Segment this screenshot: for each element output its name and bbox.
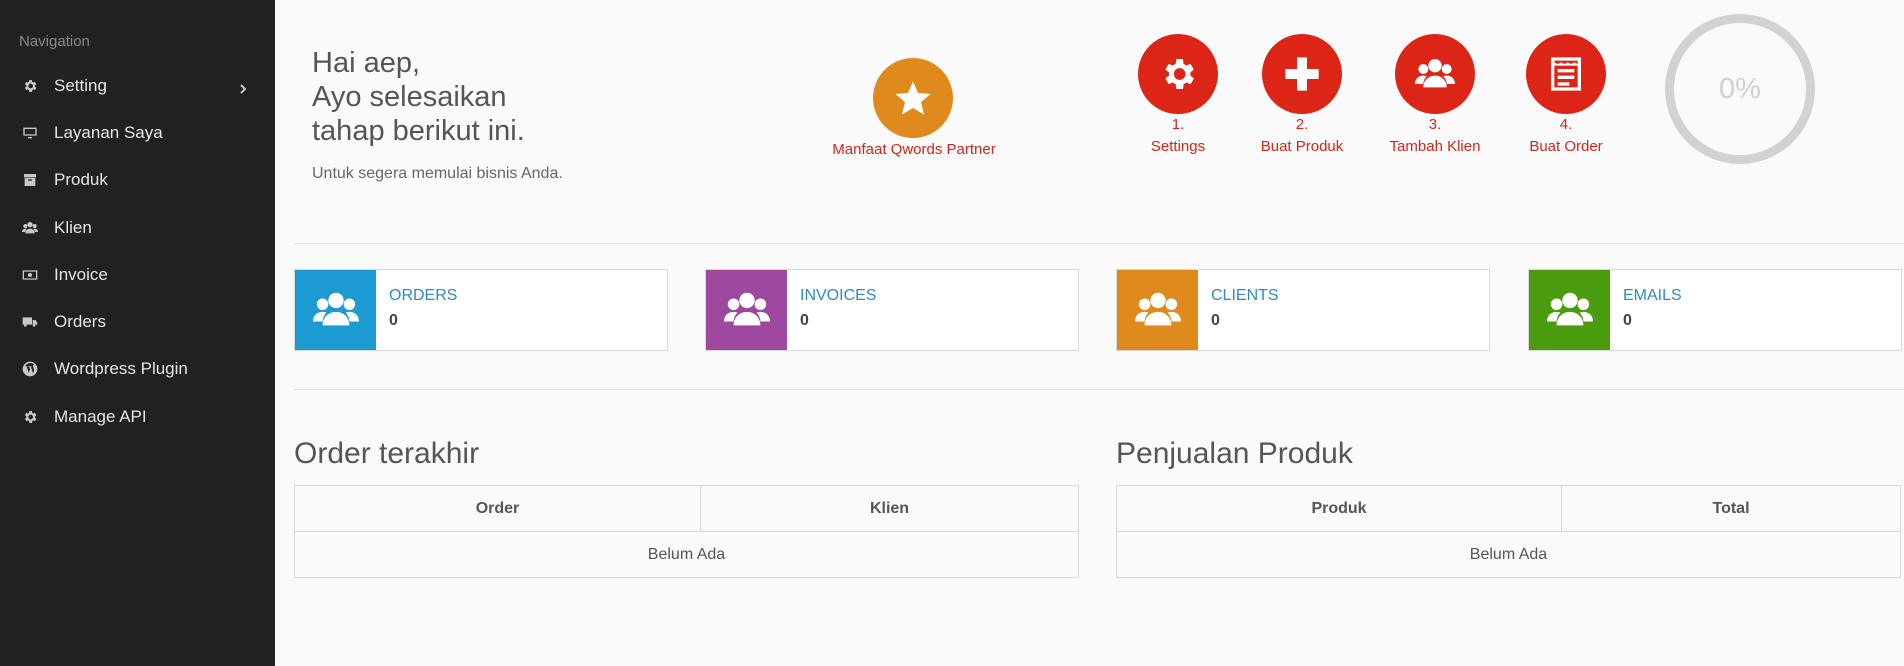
table-header-row: Produk Total — [1116, 485, 1901, 532]
partner-benefits-button[interactable] — [873, 58, 953, 138]
nav-header: Navigation — [19, 33, 90, 50]
sidebar-item-label: Setting — [54, 75, 107, 95]
sidebar-item-label: Invoice — [54, 264, 108, 284]
sidebar: Navigation Setting Layanan Saya Produk K… — [0, 0, 275, 666]
sidebar-item-layanan-saya[interactable]: Layanan Saya — [0, 109, 275, 156]
order-form-icon — [1546, 54, 1586, 94]
product-sales-title: Penjualan Produk — [1116, 437, 1353, 470]
sidebar-item-klien[interactable]: Klien — [0, 204, 275, 251]
product-sales-table: Produk Total Belum Ada — [1116, 485, 1901, 578]
partner-benefits-link[interactable]: Manfaat Qwords Partner — [824, 139, 1004, 161]
sidebar-item-invoice[interactable]: Invoice — [0, 251, 275, 298]
plus-icon — [1282, 54, 1322, 94]
progress-ring: 0% — [1665, 14, 1815, 164]
users-icon — [1546, 287, 1593, 333]
stat-icon-box — [1117, 270, 1198, 350]
stat-icon-box — [706, 270, 787, 350]
table-row: Belum Ada — [294, 531, 1079, 578]
greeting-heading: Hai aep, Ayo selesaikan tahap berikut in… — [312, 46, 525, 148]
step-label: Buat Order — [1529, 138, 1603, 155]
empty-state-text: Belum Ada — [1116, 531, 1901, 578]
users-icon — [312, 287, 359, 333]
wordpress-icon — [20, 359, 40, 379]
stat-label[interactable]: INVOICES — [800, 287, 876, 305]
monitor-icon — [20, 123, 40, 143]
sidebar-item-label: Manage API — [54, 406, 147, 426]
users-icon — [1415, 54, 1455, 94]
money-icon — [20, 265, 40, 285]
stat-value: 0 — [389, 312, 398, 329]
gear-icon — [20, 76, 40, 96]
recent-orders-table: Order Klien Belum Ada — [294, 485, 1079, 578]
column-header-order: Order — [294, 485, 701, 532]
greeting-line-2: Ayo selesaikan — [312, 81, 507, 113]
archive-icon — [20, 170, 40, 190]
column-header-client: Klien — [700, 485, 1079, 532]
empty-state-text: Belum Ada — [294, 531, 1079, 578]
stat-icon-box — [1529, 270, 1610, 350]
stat-value: 0 — [800, 312, 809, 329]
gear-icon — [20, 407, 40, 427]
stat-card-clients[interactable]: CLIENTS 0 — [1116, 269, 1490, 351]
users-icon — [1134, 287, 1181, 333]
greeting-line-1: Hai aep, — [312, 47, 421, 79]
progress-percent: 0% — [1719, 72, 1761, 105]
greeting-line-3: tahap berikut ini. — [312, 115, 525, 147]
sidebar-item-label: Orders — [54, 312, 106, 332]
stat-card-emails[interactable]: EMAILS 0 — [1528, 269, 1902, 351]
step-create-product-button[interactable] — [1262, 34, 1342, 114]
nav-list: Setting Layanan Saya Produk Klien Invoic… — [0, 62, 275, 440]
users-icon — [20, 218, 40, 238]
step-number: 4. — [1559, 116, 1573, 133]
star-icon — [893, 78, 933, 118]
greeting-subtitle: Untuk segera memulai bisnis Anda. — [312, 165, 563, 182]
sidebar-item-produk[interactable]: Produk — [0, 157, 275, 204]
stat-value: 0 — [1211, 312, 1220, 329]
stat-label[interactable]: EMAILS — [1623, 287, 1682, 305]
column-header-total: Total — [1561, 485, 1901, 532]
gear-icon — [1158, 54, 1198, 94]
table-row: Belum Ada — [1116, 531, 1901, 578]
sidebar-item-wordpress-plugin[interactable]: Wordpress Plugin — [0, 346, 275, 393]
recent-orders-title: Order terakhir — [294, 437, 480, 470]
stat-card-invoices[interactable]: INVOICES 0 — [705, 269, 1079, 351]
sidebar-item-label: Wordpress Plugin — [54, 359, 188, 379]
table-header-row: Order Klien — [294, 485, 1079, 532]
divider — [294, 243, 1904, 244]
chevron-right-icon — [237, 80, 249, 94]
stat-label[interactable]: CLIENTS — [1211, 287, 1279, 305]
step-create-order-button[interactable] — [1526, 34, 1606, 114]
step-settings-button[interactable] — [1138, 34, 1218, 114]
sidebar-item-setting[interactable]: Setting — [0, 62, 275, 109]
stat-label[interactable]: ORDERS — [389, 287, 457, 305]
stat-icon-box — [295, 270, 376, 350]
stat-card-orders[interactable]: ORDERS 0 — [294, 269, 668, 351]
sidebar-item-orders[interactable]: Orders — [0, 298, 275, 345]
truck-icon — [20, 312, 40, 332]
divider — [294, 389, 1904, 390]
step-create-order-label[interactable]: 4. Buat Order — [1476, 114, 1656, 158]
sidebar-item-label: Klien — [54, 217, 92, 237]
sidebar-item-manage-api[interactable]: Manage API — [0, 393, 275, 440]
stat-value: 0 — [1623, 312, 1632, 329]
sidebar-item-label: Layanan Saya — [54, 122, 163, 142]
column-header-product: Produk — [1116, 485, 1562, 532]
sidebar-item-label: Produk — [54, 170, 108, 190]
users-icon — [723, 287, 770, 333]
step-add-client-button[interactable] — [1395, 34, 1475, 114]
